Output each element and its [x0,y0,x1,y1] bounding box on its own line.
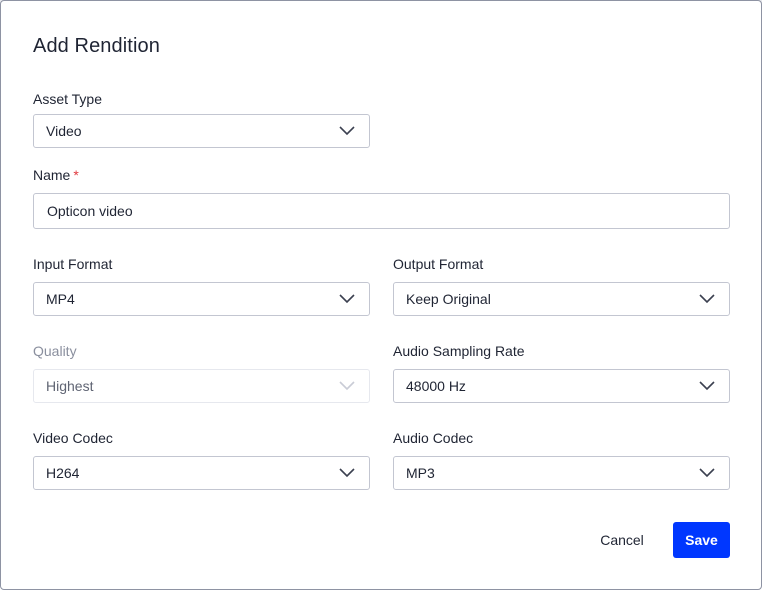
video-codec-select[interactable]: H264 [33,456,370,490]
audio-sampling-rate-value: 48000 Hz [406,378,466,394]
quality-label: Quality [33,343,77,359]
required-asterisk: * [73,167,79,183]
input-format-value: MP4 [46,291,75,307]
output-format-label: Output Format [393,256,484,272]
asset-type-value: Video [46,123,82,139]
chevron-down-icon [699,466,715,478]
chevron-down-icon [699,379,715,391]
output-format-value: Keep Original [406,291,491,307]
audio-codec-label: Audio Codec [393,430,474,446]
name-label: Name * [33,167,79,183]
asset-type-select[interactable]: Video [33,114,370,148]
chevron-down-icon [339,466,355,478]
audio-sampling-rate-select[interactable]: 48000 Hz [393,369,730,403]
quality-value: Highest [46,378,94,394]
name-label-text: Name [33,167,71,183]
dialog-title: Add Rendition [33,35,160,57]
quality-select: Highest [33,369,370,403]
chevron-down-icon [339,292,355,304]
cancel-button[interactable]: Cancel [586,522,658,558]
input-format-label: Input Format [33,256,113,272]
audio-sampling-rate-label: Audio Sampling Rate [393,343,525,359]
chevron-down-icon [699,292,715,304]
video-codec-label: Video Codec [33,430,113,446]
name-input[interactable] [33,193,730,229]
chevron-down-icon [339,124,355,136]
audio-codec-select[interactable]: MP3 [393,456,730,490]
asset-type-label: Asset Type [33,91,103,107]
video-codec-value: H264 [46,465,80,481]
save-button[interactable]: Save [673,522,730,558]
input-format-select[interactable]: MP4 [33,282,370,316]
output-format-select[interactable]: Keep Original [393,282,730,316]
add-rendition-dialog: Add Rendition Asset Type Video Name* Inp… [0,0,762,590]
audio-codec-value: MP3 [406,465,435,481]
chevron-down-icon [339,379,355,391]
